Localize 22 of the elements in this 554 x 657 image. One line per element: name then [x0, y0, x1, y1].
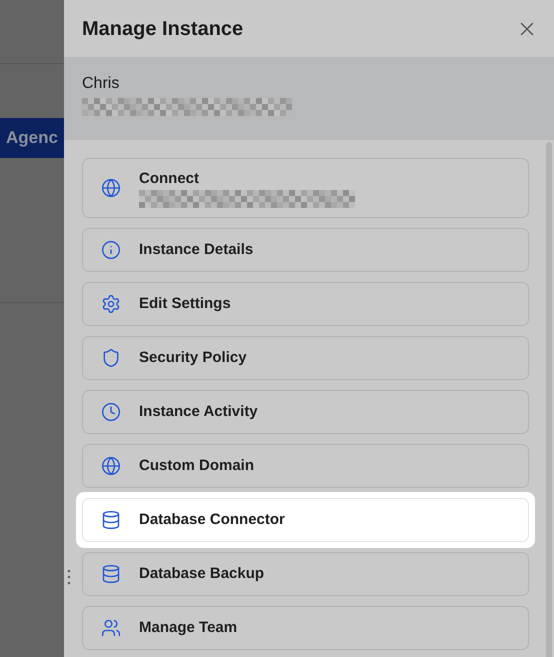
drag-handle-icon[interactable] [67, 569, 71, 585]
user-name: Chris [82, 74, 120, 94]
menu-item[interactable]: Database Connector [82, 498, 529, 542]
menu-item[interactable]: Connect [82, 158, 529, 218]
globe-icon [101, 456, 121, 476]
clock-icon [101, 402, 121, 422]
globe-icon [101, 178, 121, 198]
menu-item[interactable]: Database Backup [82, 552, 529, 596]
menu-item[interactable]: Manage Team [82, 606, 529, 650]
drawer-title: Manage Instance [82, 16, 244, 42]
menu-item[interactable]: Edit Settings [82, 282, 529, 326]
nav-tab[interactable]: Agenc [0, 118, 64, 158]
info-icon [101, 240, 121, 260]
database-icon [101, 564, 121, 584]
settings-icon [101, 294, 121, 314]
shield-icon [101, 348, 121, 368]
menu-item[interactable]: Custom Domain [82, 444, 529, 488]
menu-item[interactable]: Security Policy [82, 336, 529, 380]
menu-item[interactable]: Instance Activity [82, 390, 529, 434]
database-icon [101, 510, 121, 530]
users-icon [101, 618, 121, 638]
menu-item[interactable]: Instance Details [82, 228, 529, 272]
